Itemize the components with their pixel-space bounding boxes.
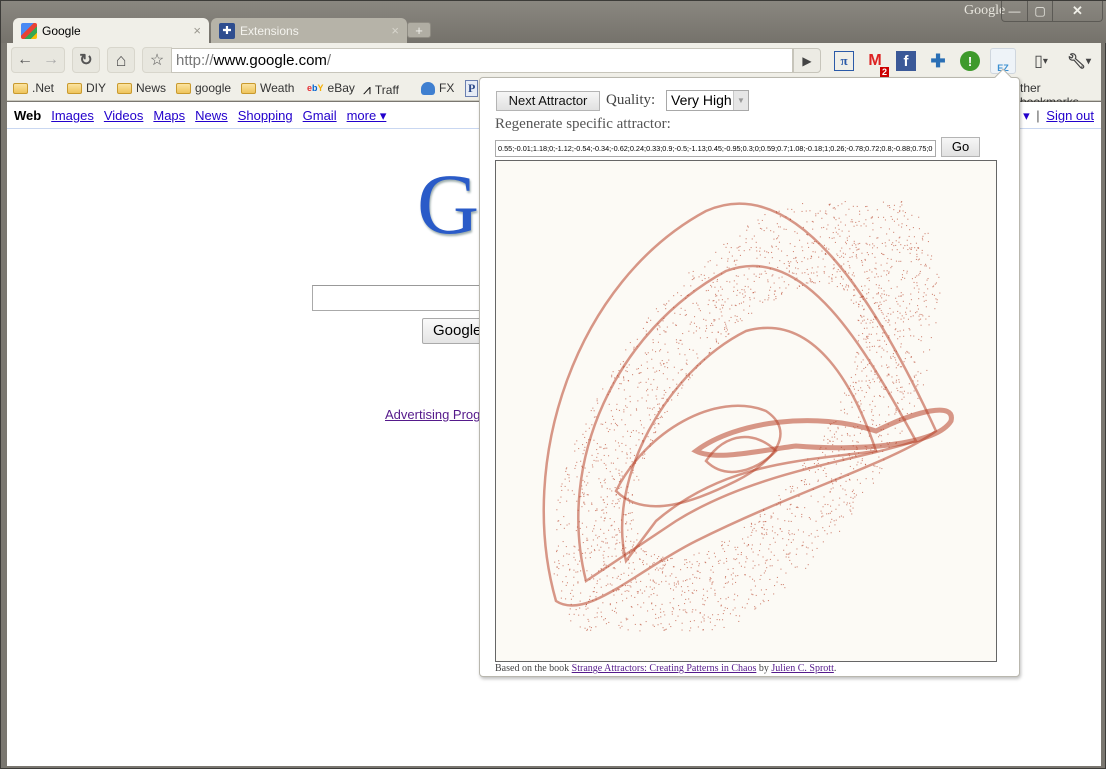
nav-more[interactable]: more ▾ xyxy=(347,108,387,124)
credit-suffix: . xyxy=(833,663,837,674)
close-window-button[interactable]: ✕ xyxy=(1052,1,1102,21)
bookmark-traffic[interactable]: ⩘ Traff xyxy=(363,81,399,98)
tab-close-icon[interactable]: × xyxy=(391,23,399,38)
nav-news[interactable]: News xyxy=(195,108,228,124)
account-nav: ▾ | Sign out xyxy=(1023,108,1094,124)
tab-title: Google xyxy=(42,23,81,38)
attractor-params-input[interactable]: 0.55;-0.01;1.18;0;-1.12;-0.54;-0.34;-0.6… xyxy=(495,140,936,157)
bookmark-google[interactable]: google xyxy=(176,81,231,95)
chevron-down-icon: ▾ xyxy=(1086,55,1092,67)
nav-separator: | xyxy=(1036,108,1040,123)
bookmark-p[interactable]: P xyxy=(465,80,479,97)
credit-line: Based on the book Strange Attractors: Cr… xyxy=(495,663,836,674)
chevron-down-icon: ▾ xyxy=(1042,55,1048,67)
facebook-icon[interactable]: f xyxy=(896,51,916,71)
folder-icon xyxy=(67,82,82,94)
folder-icon xyxy=(117,82,132,94)
next-attractor-button[interactable]: Next Attractor xyxy=(496,91,600,111)
nav-web: Web xyxy=(14,108,42,123)
wrench-icon: 🔧︎ xyxy=(1066,53,1086,70)
maximize-button[interactable]: ▢ xyxy=(1027,1,1052,21)
alert-icon[interactable]: ! xyxy=(960,51,980,71)
unread-badge: 2 xyxy=(879,67,889,77)
sign-out-link[interactable]: Sign out xyxy=(1046,108,1094,123)
new-tab-button[interactable]: + xyxy=(407,22,431,38)
tab-close-icon[interactable]: × xyxy=(193,23,201,38)
minimize-button[interactable]: — xyxy=(1002,1,1027,21)
quality-select[interactable]: Very High ▼ xyxy=(666,90,749,111)
bookmark-weather[interactable]: Weath xyxy=(241,81,294,95)
go-button[interactable]: ▶ xyxy=(793,48,821,73)
bookmark-label: News xyxy=(136,81,167,95)
browser-brand: Google xyxy=(964,3,1006,18)
quality-label: Quality: xyxy=(606,92,656,108)
google-nav-bar: Web Images Videos Maps News Shopping Gma… xyxy=(14,108,396,124)
nav-maps[interactable]: Maps xyxy=(153,108,185,124)
nav-shopping[interactable]: Shopping xyxy=(238,108,293,124)
credit-prefix: Based on the book xyxy=(495,663,572,674)
bookmark-fx[interactable]: FX xyxy=(421,81,454,95)
toolbar: ← → ↻ ⌂ ☆ http://www.google.com/ ▶ π M2 … xyxy=(7,43,1101,77)
folder-icon xyxy=(13,82,28,94)
nav-images[interactable]: Images xyxy=(51,108,94,124)
folder-icon xyxy=(176,82,191,94)
attractor-render xyxy=(542,201,954,632)
advertising-link[interactable]: Advertising Prog xyxy=(385,407,480,422)
attractor-canvas xyxy=(495,160,997,662)
address-bar[interactable]: http://www.google.com/ xyxy=(171,48,793,73)
bookmark-label: DIY xyxy=(86,81,107,95)
attractor-loop xyxy=(691,407,954,458)
attractor-popup: Next Attractor Quality: Very High ▼ Rege… xyxy=(479,68,1020,677)
bookmark-label: .Net xyxy=(32,81,55,95)
author-link[interactable]: Julien C. Sprott xyxy=(771,663,834,674)
reload-button[interactable]: ↻ xyxy=(72,47,100,73)
puzzle-extension-icon[interactable]: ✚ xyxy=(928,51,948,71)
puzzle-icon: ✚ xyxy=(219,22,235,39)
page-menu-button[interactable]: ▯ ▾ xyxy=(1027,51,1055,71)
forward-button[interactable]: → xyxy=(43,51,59,69)
bookmark-label: google xyxy=(195,81,232,95)
pi-icon[interactable]: π xyxy=(834,51,854,71)
book-link[interactable]: Strange Attractors: Creating Patterns in… xyxy=(572,663,757,674)
credit-by: by xyxy=(756,663,772,674)
nav-videos[interactable]: Videos xyxy=(104,108,144,124)
nav-gmail[interactable]: Gmail xyxy=(303,108,337,124)
p-icon: P xyxy=(465,80,479,97)
bookmark-label: FX xyxy=(439,81,455,95)
tab-google[interactable]: Google × xyxy=(13,18,209,43)
google-logo: G xyxy=(417,156,480,252)
ebay-icon: ebY xyxy=(307,83,324,93)
title-bar: Google × ✚ Extensions × + Google — ▢ ✕ xyxy=(1,1,1106,43)
tab-title: Extensions xyxy=(240,23,299,38)
traffic-icon: ⩘ xyxy=(363,81,371,97)
chevron-down-icon: ▼ xyxy=(733,91,748,110)
home-button[interactable]: ⌂ xyxy=(107,47,135,73)
bookmark-net[interactable]: .Net xyxy=(13,81,54,95)
back-forward-group: ← → xyxy=(11,47,65,73)
bookmark-news[interactable]: News xyxy=(117,81,166,95)
gmail-checker-icon[interactable]: M2 xyxy=(865,51,889,77)
bookmark-diy[interactable]: DIY xyxy=(67,81,106,95)
url-path: / xyxy=(326,52,332,69)
bookmark-label: Traff xyxy=(374,82,399,97)
google-favicon xyxy=(21,22,37,39)
bookmark-label: eBay xyxy=(327,81,355,95)
folder-icon xyxy=(241,82,256,94)
browser-window: Google × ✚ Extensions × + Google — ▢ ✕ ←… xyxy=(0,0,1106,769)
bookmark-star-button[interactable]: ☆ xyxy=(142,47,172,73)
bookmark-label: Weath xyxy=(260,81,295,95)
tab-extensions[interactable]: ✚ Extensions × xyxy=(211,18,407,43)
page-icon: ▯ xyxy=(1034,53,1043,70)
wrench-menu-button[interactable]: 🔧︎ ▾ xyxy=(1065,51,1093,71)
url-scheme: http:// xyxy=(176,52,214,69)
window-controls: — ▢ ✕ xyxy=(1001,1,1103,22)
regenerate-label: Regenerate specific attractor: xyxy=(495,116,671,132)
account-dropdown-icon[interactable]: ▾ xyxy=(1023,108,1030,123)
back-button[interactable]: ← xyxy=(17,51,33,69)
url-host: www.google.com xyxy=(213,52,327,69)
quality-value: Very High xyxy=(671,92,732,108)
go-regenerate-button[interactable]: Go xyxy=(941,137,980,157)
bookmark-ebay[interactable]: ebY eBay xyxy=(307,81,355,95)
fx-icon xyxy=(421,81,435,95)
